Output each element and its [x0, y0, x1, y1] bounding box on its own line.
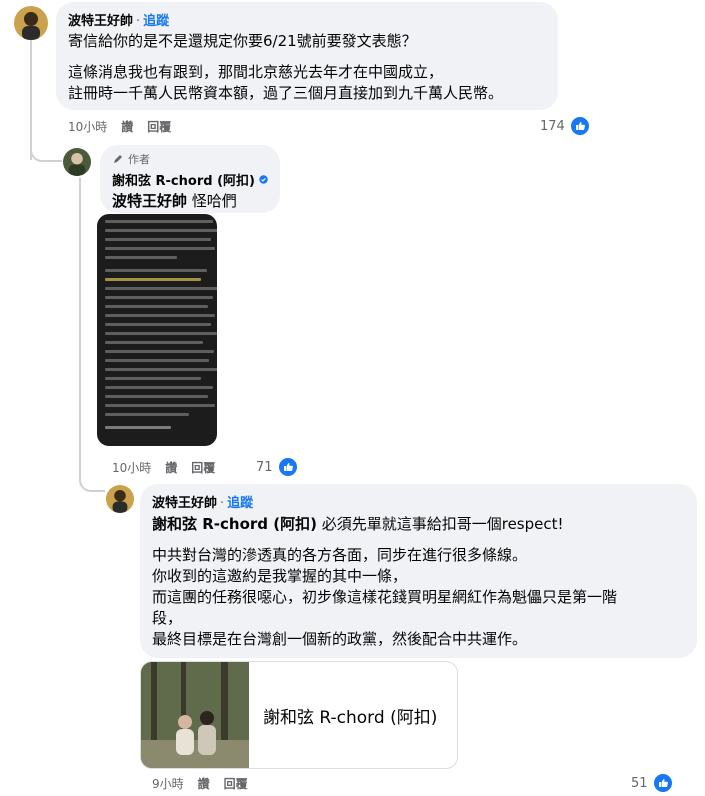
- comment-text: 最終目標是在台灣創一個新的政黨，然後配合中共運作。: [152, 630, 528, 648]
- comment-text: 謝和弦 R-chord (阿扣) 必須先單就這事給扣哥一個respect!: [152, 514, 685, 535]
- reaction-count[interactable]: 174: [540, 115, 591, 137]
- comment-text: 你收到的這邀約是我掌握的其中一條，: [152, 567, 408, 585]
- timestamp[interactable]: 10小時: [112, 461, 151, 475]
- like-count: 71: [256, 459, 273, 475]
- comment-text: 註冊時一千萬人民幣資本額，過了三個月直接加到九千萬人民幣。: [68, 84, 504, 102]
- author-badge: 作者: [112, 151, 268, 167]
- comment-text: 中共對台灣的滲透真的各方各面，同步在進行很多條線。: [152, 546, 528, 564]
- comment-bubble: 波特王好帥 · 追蹤 寄信給你的是不是還規定你要6/21號前要發文表態？ 這條消息我…: [56, 2, 558, 110]
- author-name[interactable]: 波特王好帥: [68, 14, 133, 29]
- reply-button[interactable]: 回覆: [191, 461, 215, 475]
- comment-text: 段，: [152, 609, 183, 627]
- thread-line-reply: [79, 178, 81, 478]
- separator-dot: ·: [136, 14, 141, 29]
- thread-connector-reply1: [30, 140, 62, 162]
- comment-text: 波特王好帥 怪哈們: [112, 191, 268, 212]
- reply-button[interactable]: 回覆: [224, 777, 248, 791]
- verified-badge-icon: [259, 175, 268, 184]
- follow-link[interactable]: 追蹤: [227, 496, 253, 511]
- comment-actions: 10小時讚回覆: [112, 459, 229, 476]
- comment-author-line: 波特王好帥 · 追蹤: [152, 492, 685, 511]
- author-name[interactable]: 謝和弦 R-chord (阿扣): [112, 170, 255, 189]
- thumbs-up-icon: [276, 456, 299, 478]
- like-button[interactable]: 讚: [198, 777, 210, 791]
- timestamp[interactable]: 10小時: [68, 120, 107, 134]
- comment-bubble: 波特王好帥 · 追蹤 謝和弦 R-chord (阿扣) 必須先單就這事給扣哥一個re…: [140, 484, 697, 658]
- comment-bubble: 作者 謝和弦 R-chord (阿扣) 波特王好帥 怪哈們: [100, 145, 280, 213]
- follow-link[interactable]: 追蹤: [143, 14, 169, 29]
- author-badge-label: 作者: [128, 153, 150, 166]
- comment-body: 必須先單就這事給扣哥一個respect!: [321, 515, 564, 533]
- reply-button[interactable]: 回覆: [147, 120, 171, 134]
- comment-author-line: 謝和弦 R-chord (阿扣): [112, 170, 268, 189]
- separator-dot: ·: [220, 496, 225, 511]
- thumbs-up-icon: [568, 115, 591, 137]
- avatar[interactable]: [106, 485, 134, 513]
- comment-text: 而這團的任務很噁心，初步像這樣花錢買明星網紅作為魁儡只是第一階: [152, 588, 618, 606]
- comment-actions: 10小時讚回覆: [68, 118, 185, 135]
- comment-text: 這條消息我也有跟到，那間北京慈光去年才在中國成立，: [68, 63, 444, 81]
- like-button[interactable]: 讚: [165, 461, 177, 475]
- like-count: 51: [631, 775, 648, 791]
- attached-screenshot-image[interactable]: [97, 214, 217, 446]
- like-button[interactable]: 讚: [121, 120, 133, 134]
- screenshot-text-lines: [97, 220, 217, 429]
- comment-body: 怪哈們: [191, 192, 237, 210]
- thumbs-up-icon: [651, 772, 674, 794]
- thread-connector-reply2: [79, 470, 105, 492]
- pencil-icon: [114, 155, 122, 163]
- link-preview-title[interactable]: 謝和弦 R-chord (阿扣): [249, 662, 437, 768]
- comment-text: 寄信給你的是不是還規定你要6/21號前要發文表態？: [68, 32, 417, 50]
- comment-actions: 9小時讚回覆: [152, 775, 262, 792]
- avatar[interactable]: [63, 148, 91, 176]
- link-preview-card[interactable]: 謝和弦 R-chord (阿扣): [140, 661, 458, 769]
- like-count: 174: [540, 118, 565, 134]
- link-preview-thumbnail: [141, 662, 249, 768]
- mention-tag[interactable]: 波特王好帥: [112, 192, 187, 210]
- avatar[interactable]: [14, 6, 48, 40]
- reaction-count[interactable]: 51: [631, 772, 674, 794]
- timestamp[interactable]: 9小時: [152, 777, 184, 791]
- mention-tag[interactable]: 謝和弦 R-chord (阿扣): [152, 515, 317, 533]
- comment-author-line: 波特王好帥 · 追蹤: [68, 10, 546, 29]
- author-name[interactable]: 波特王好帥: [152, 496, 217, 511]
- reaction-count[interactable]: 71: [256, 456, 299, 478]
